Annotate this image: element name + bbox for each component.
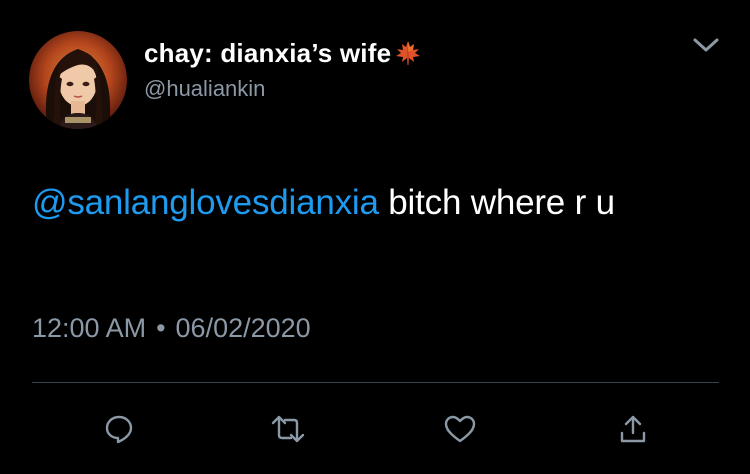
- more-options-button[interactable]: [688, 34, 724, 58]
- reply-button[interactable]: [94, 404, 144, 454]
- tweet-text: @sanlanglovesdianxia bitch where r u: [32, 180, 712, 225]
- avatar-illustration: [45, 49, 111, 129]
- retweet-icon: [271, 415, 305, 443]
- meta-separator: •: [156, 313, 166, 343]
- share-icon: [620, 415, 646, 443]
- divider: [32, 382, 719, 383]
- heart-icon: [444, 415, 476, 443]
- tweet-body: bitch where r u: [378, 183, 615, 222]
- mention-link[interactable]: @sanlanglovesdianxia: [32, 183, 379, 222]
- avatar[interactable]: [29, 31, 127, 129]
- maple-leaf-icon: [393, 38, 423, 68]
- tweet-timestamp[interactable]: 12:00 AM • 06/02/2020: [32, 313, 311, 344]
- display-name-row[interactable]: chay: dianxia’s wife: [144, 36, 423, 70]
- chevron-down-icon: [693, 38, 719, 52]
- tweet-time: 12:00 AM: [32, 313, 147, 343]
- reply-icon: [105, 415, 133, 444]
- share-button[interactable]: [608, 404, 658, 454]
- like-button[interactable]: [435, 404, 485, 454]
- tweet-card: chay: dianxia’s wife @hualiankin @sanlan…: [0, 0, 750, 474]
- retweet-button[interactable]: [263, 404, 313, 454]
- tweet-date: 06/02/2020: [175, 313, 311, 343]
- display-name[interactable]: chay: dianxia’s wife: [144, 38, 391, 69]
- user-handle[interactable]: @hualiankin: [144, 76, 265, 102]
- action-bar: [0, 404, 750, 454]
